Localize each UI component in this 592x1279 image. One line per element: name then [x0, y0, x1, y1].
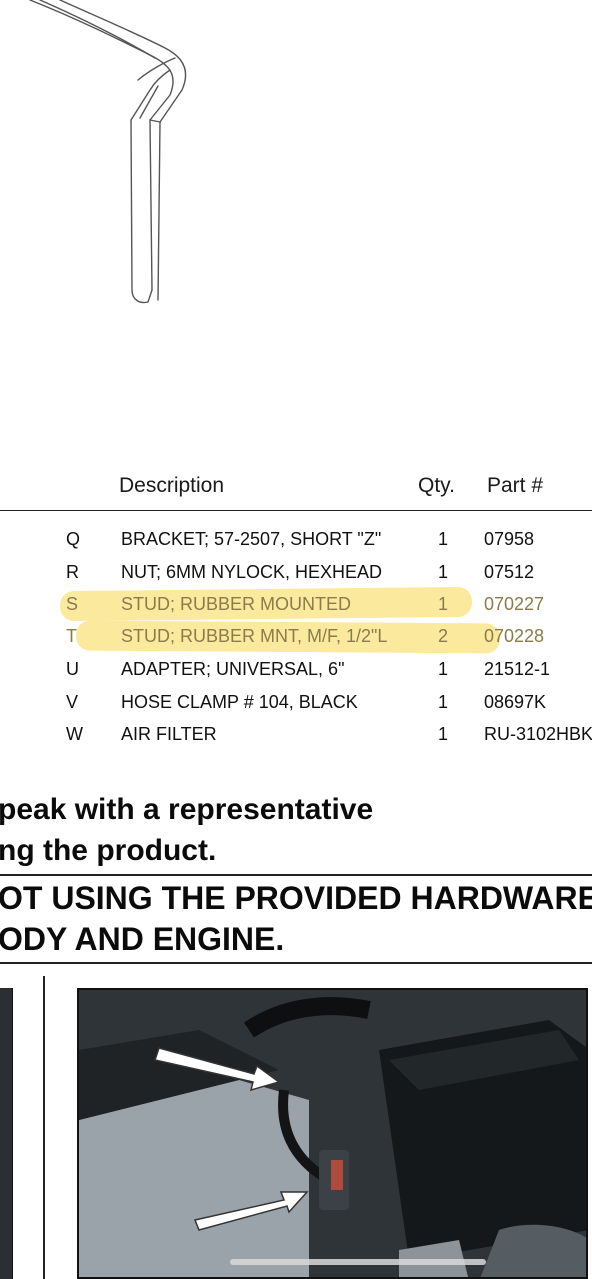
row-qty: 1	[438, 692, 449, 712]
row-qty: 1	[438, 562, 449, 582]
section-divider	[0, 962, 592, 964]
row-qty: 1	[438, 594, 449, 614]
row-part-number: 070228	[484, 626, 545, 646]
bracket-line-drawing	[29, 0, 187, 304]
column-header-qty: Qty.	[418, 474, 455, 497]
table-row-highlighted: T STUD; RUBBER MNT, M/F, 1/2"L 2 070228	[0, 620, 592, 652]
row-description: AIR FILTER	[121, 724, 217, 744]
warning-line-2: ODY AND ENGINE.	[0, 921, 285, 957]
row-letter: T	[66, 626, 77, 646]
row-description: ADAPTER; UNIVERSAL, 6"	[121, 659, 345, 679]
table-row-highlighted: S STUD; RUBBER MOUNTED 1 070227	[0, 588, 592, 620]
warning-line-1: OT USING THE PROVIDED HARDWARE	[0, 880, 592, 916]
table-row: W AIR FILTER 1 RU-3102HBK	[0, 718, 592, 750]
column-header-part: Part #	[487, 474, 544, 497]
engine-photo-left-edge	[0, 988, 13, 1279]
row-letter: U	[66, 659, 79, 679]
row-part-number: 07958	[484, 529, 535, 549]
row-part-number: 07512	[484, 562, 535, 582]
row-letter: S	[66, 594, 79, 614]
header-divider	[0, 510, 592, 511]
row-letter: Q	[66, 529, 81, 549]
row-qty: 2	[438, 626, 449, 646]
column-header-description: Description	[119, 474, 225, 497]
table-row: V HOSE CLAMP # 104, BLACK 1 08697K	[0, 686, 592, 718]
notice-line-1: peak with a representative	[0, 793, 374, 826]
row-description: BRACKET; 57-2507, SHORT "Z"	[121, 529, 382, 549]
row-qty: 1	[438, 659, 449, 679]
row-part-number: 21512-1	[484, 659, 551, 679]
engine-bay-illustration	[79, 990, 586, 1277]
table-row: U ADAPTER; UNIVERSAL, 6" 1 21512-1	[0, 653, 592, 685]
row-part-number: 070227	[484, 594, 545, 614]
row-letter: R	[66, 562, 79, 582]
row-qty: 1	[438, 529, 449, 549]
column-divider	[43, 976, 45, 1279]
row-description: STUD; RUBBER MOUNTED	[121, 594, 352, 614]
notice-line-2: ng the product.	[0, 834, 217, 867]
row-qty: 1	[438, 724, 449, 744]
row-description: STUD; RUBBER MNT, M/F, 1/2"L	[121, 626, 388, 646]
row-letter: W	[66, 724, 83, 744]
row-letter: V	[66, 692, 79, 712]
home-indicator-bar[interactable]	[230, 1259, 486, 1265]
engine-bay-photo	[77, 988, 588, 1279]
row-description: HOSE CLAMP # 104, BLACK	[121, 692, 358, 712]
table-row: R NUT; 6MM NYLOCK, HEXHEAD 1 07512	[0, 556, 592, 588]
row-description: NUT; 6MM NYLOCK, HEXHEAD	[121, 562, 383, 582]
table-row: Q BRACKET; 57-2507, SHORT "Z" 1 07958	[0, 523, 592, 555]
section-divider	[0, 874, 592, 876]
row-part-number: RU-3102HBK	[484, 724, 592, 744]
row-part-number: 08697K	[484, 692, 547, 712]
